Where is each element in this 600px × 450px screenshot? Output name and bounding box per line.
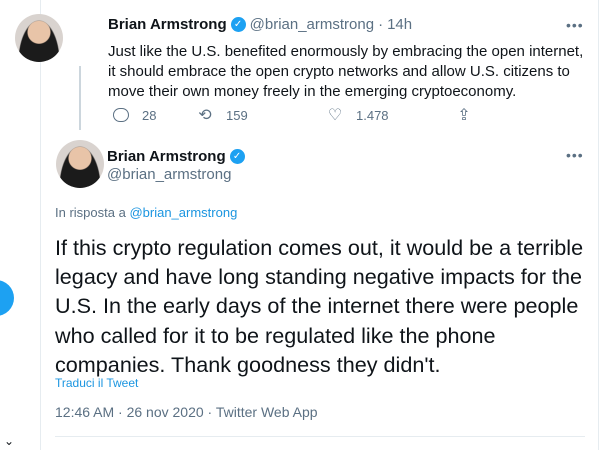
- more-icon[interactable]: •••: [566, 148, 584, 162]
- tweet-header: Brian Armstrong ✓: [107, 148, 245, 165]
- tweet-text: Just like the U.S. benefited enormously …: [108, 43, 584, 100]
- avatar[interactable]: [56, 140, 104, 188]
- divider: [55, 436, 585, 437]
- heart-icon: ♡: [327, 107, 343, 124]
- author-handle[interactable]: @brian_armstrong: [107, 166, 231, 183]
- translate-tweet-link[interactable]: Traduci il Tweet: [55, 376, 138, 390]
- reply-count: 28: [142, 107, 157, 123]
- column-border-left: [40, 0, 41, 450]
- avatar[interactable]: [15, 14, 63, 62]
- share-icon: ⇪: [457, 107, 471, 124]
- tweet-time[interactable]: 14h: [387, 16, 412, 33]
- reply-to-handle-link[interactable]: @brian_armstrong: [129, 205, 237, 220]
- reply-icon: [112, 106, 130, 124]
- author-handle[interactable]: @brian_armstrong: [250, 16, 374, 33]
- left-edge: [0, 0, 5, 450]
- retweet-button[interactable]: ⟲ 159: [196, 106, 248, 124]
- column-border-right: [598, 0, 599, 450]
- tweet-fab-button[interactable]: [0, 280, 14, 316]
- like-count: 1.478: [356, 107, 389, 123]
- verified-badge-icon: ✓: [229, 149, 245, 164]
- chevron-down-icon[interactable]: ⌄: [4, 435, 14, 447]
- reply-to-label: In risposta a: [55, 205, 126, 220]
- tweet-timestamp[interactable]: 12:46 AM · 26 nov 2020 · Twitter Web App: [55, 404, 318, 420]
- tweet-text: If this crypto regulation comes out, it …: [55, 235, 584, 377]
- author-name[interactable]: Brian Armstrong: [107, 148, 226, 165]
- tweet-actions: 28 ⟲ 159 ♡ 1.478 ⇪: [108, 106, 508, 126]
- more-icon[interactable]: •••: [566, 18, 584, 32]
- tweet-header: Brian Armstrong ✓ @brian_armstrong · 14h: [108, 16, 412, 33]
- reply-button[interactable]: 28: [112, 106, 156, 124]
- thread-line: [79, 66, 81, 130]
- reply-to-line: In risposta a @brian_armstrong: [55, 205, 237, 220]
- like-button[interactable]: ♡ 1.478: [326, 106, 389, 124]
- author-name[interactable]: Brian Armstrong: [108, 16, 227, 33]
- share-button[interactable]: ⇪: [455, 106, 485, 124]
- retweet-count: 159: [226, 107, 248, 123]
- retweet-icon: ⟲: [198, 107, 212, 124]
- verified-badge-icon: ✓: [230, 17, 246, 32]
- separator-dot: ·: [378, 16, 384, 33]
